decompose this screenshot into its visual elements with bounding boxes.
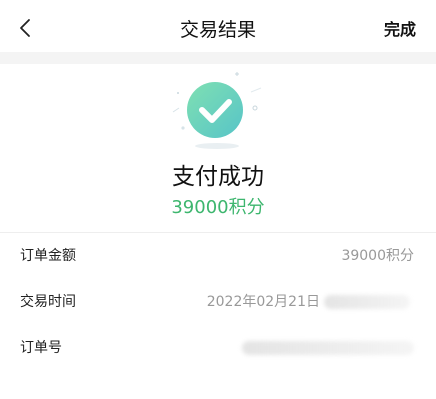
result-section: 支付成功 39000积分	[0, 64, 436, 232]
redacted-blur	[242, 341, 414, 355]
detail-row-transaction-time: 交易时间 2022年02月21日	[0, 279, 436, 325]
top-navbar: 交易结果 完成	[0, 0, 436, 56]
detail-label: 订单号	[20, 340, 62, 356]
redacted-blur	[324, 295, 410, 309]
detail-value: 2022年02月21日	[206, 294, 320, 310]
detail-value-wrap: 2022年02月21日	[207, 279, 410, 325]
check-circle-icon	[172, 72, 262, 149]
payment-status: 支付成功	[172, 164, 264, 190]
detail-value: 39000积分	[341, 248, 414, 264]
detail-label: 交易时间	[20, 294, 76, 310]
done-button[interactable]: 完成	[384, 0, 416, 56]
detail-label: 订单金额	[20, 248, 76, 264]
page-title: 交易结果	[179, 19, 256, 41]
detail-row-order-amount: 订单金额 39000积分	[0, 233, 436, 279]
payment-amount: 39000积分	[171, 197, 265, 218]
detail-row-order-number: 订单号	[0, 325, 436, 371]
detail-value-wrap	[242, 325, 414, 371]
section-divider	[0, 52, 436, 64]
bottom-spacer	[0, 368, 436, 399]
